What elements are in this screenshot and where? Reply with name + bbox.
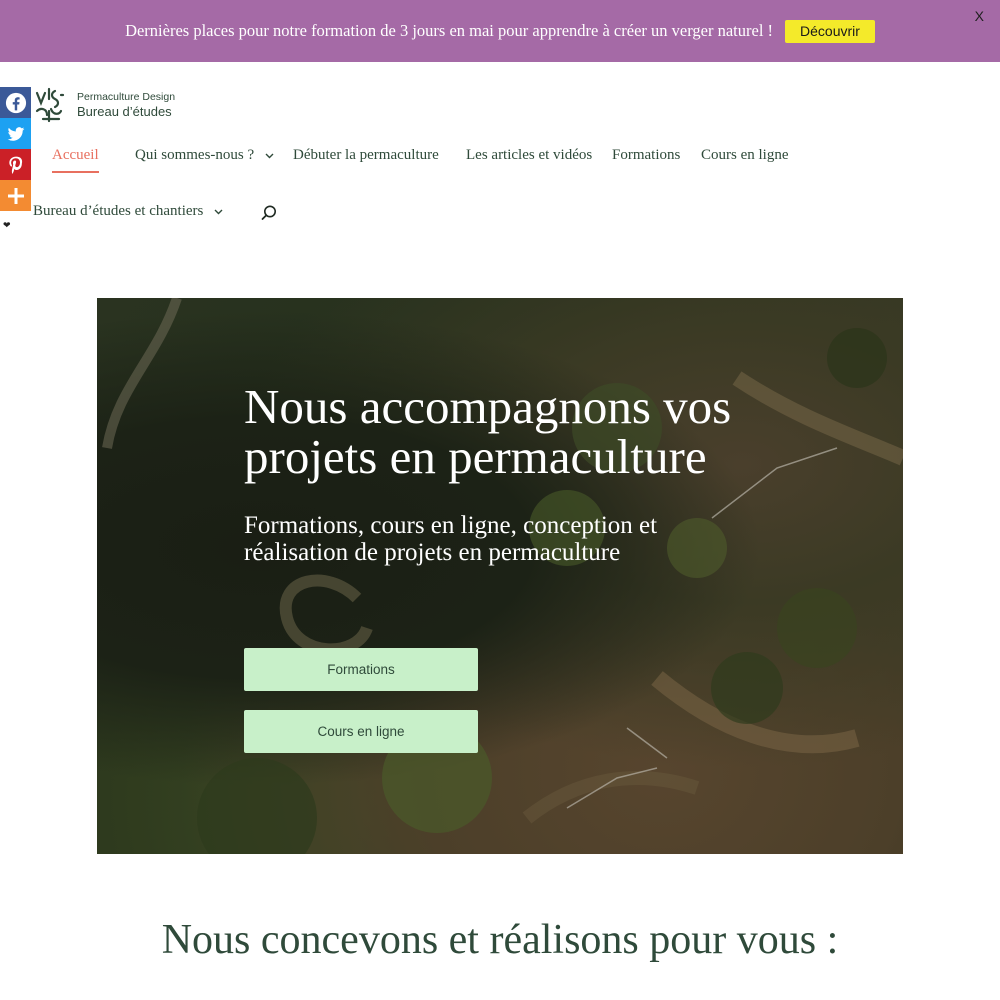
logo-icon xyxy=(35,87,65,123)
formations-button[interactable]: Formations xyxy=(244,648,478,691)
nav-item-qui-sommes-nous[interactable]: Qui sommes-nous ? xyxy=(135,147,274,164)
facebook-icon xyxy=(5,92,26,113)
nav-item-label: Les articles et vidéos xyxy=(466,147,593,163)
banner-cta-button[interactable]: Découvrir xyxy=(785,19,875,43)
logo-text: Permaculture Design Bureau d’études xyxy=(77,91,175,120)
nav-item-label: Accueil xyxy=(52,147,99,163)
plus-icon xyxy=(7,187,24,204)
logo-tagline: Permaculture Design xyxy=(77,90,176,103)
hero-content: Nous accompagnons vos projets en permacu… xyxy=(244,379,744,567)
nav-item-cours-en-ligne[interactable]: Cours en ligne xyxy=(701,147,789,164)
banner-text: Dernières places pour notre formation de… xyxy=(125,21,774,40)
share-facebook-button[interactable] xyxy=(0,87,31,118)
share-twitter-button[interactable] xyxy=(0,118,31,149)
nav-item-label: Débuter la permaculture xyxy=(293,147,439,163)
hero-title: Nous accompagnons vos projets en permacu… xyxy=(244,379,732,484)
nav-item-articles[interactable]: Les articles et vidéos xyxy=(466,147,592,164)
share-pinterest-button[interactable] xyxy=(0,149,31,180)
site-logo[interactable]: Permaculture Design Bureau d’études xyxy=(33,87,175,123)
nav-item-label: Cours en ligne xyxy=(701,147,789,163)
hero-section: Nous accompagnons vos projets en permacu… xyxy=(97,298,903,854)
heart-icon: ❤ xyxy=(3,221,11,231)
active-indicator xyxy=(52,171,99,173)
nav-item-label: Bureau d’études et chantiers xyxy=(33,203,204,219)
nav-item-label: Formations xyxy=(612,147,681,163)
logo-name: Bureau d’études xyxy=(77,103,172,119)
chevron-down-icon xyxy=(214,209,223,215)
twitter-icon xyxy=(7,126,24,141)
announcement-banner: Dernières places pour notre formation de… xyxy=(0,0,1000,62)
nav-item-accueil[interactable]: Accueil xyxy=(52,147,99,173)
hero-subtitle: Formations, cours en ligne, conception e… xyxy=(244,512,658,566)
section-title: Nous concevons et réalisons pour vous : xyxy=(161,917,839,963)
cours-en-ligne-button[interactable]: Cours en ligne xyxy=(244,710,478,753)
chevron-down-icon xyxy=(265,153,274,159)
nav-item-bureau-etudes[interactable]: Bureau d’études et chantiers xyxy=(33,203,223,220)
social-share-bar xyxy=(0,87,31,211)
search-icon[interactable] xyxy=(260,204,278,222)
nav-item-formations[interactable]: Formations xyxy=(612,147,680,164)
nav-item-label: Qui sommes-nous ? xyxy=(135,147,255,163)
banner-close-button[interactable]: X xyxy=(975,8,984,24)
nav-item-debuter[interactable]: Débuter la permaculture xyxy=(293,147,439,164)
share-more-button[interactable] xyxy=(0,180,31,211)
pinterest-icon xyxy=(8,156,22,174)
